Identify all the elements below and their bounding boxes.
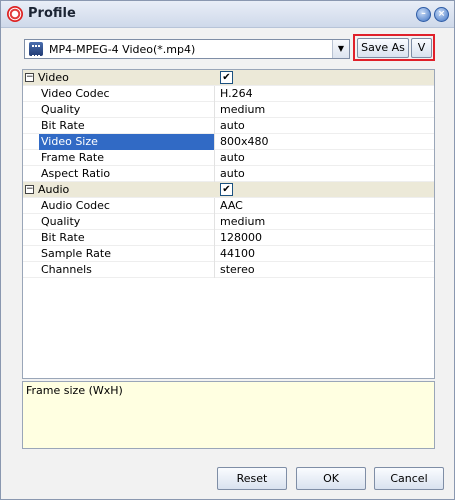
property-name: Frame Rate (39, 150, 215, 166)
property-name: Video Codec (39, 86, 215, 102)
property-value[interactable]: auto (216, 166, 245, 182)
category-label: Video (38, 71, 69, 84)
save-as-button[interactable]: Save As (357, 38, 409, 58)
property-row[interactable]: Bit Rate auto (23, 118, 434, 134)
property-name: Quality (39, 214, 215, 230)
description-text: Frame size (WxH) (26, 384, 123, 397)
property-name: Bit Rate (39, 118, 215, 134)
property-row[interactable]: Channels stereo (23, 262, 434, 278)
profile-select[interactable]: MP4-MPEG-4 Video(*.mp4) ▼ (24, 39, 350, 59)
video-file-icon (29, 42, 43, 57)
property-value[interactable]: stereo (216, 262, 255, 278)
property-value[interactable]: 44100 (216, 246, 255, 262)
property-row[interactable]: Video Codec H.264 (23, 86, 434, 102)
property-name: Bit Rate (39, 230, 215, 246)
property-name: Aspect Ratio (39, 166, 215, 182)
property-value[interactable]: medium (216, 102, 265, 118)
collapse-icon[interactable]: − (25, 185, 34, 194)
property-value[interactable]: auto (216, 150, 245, 166)
property-name: Video Size (39, 134, 215, 150)
property-row[interactable]: Bit Rate 128000 (23, 230, 434, 246)
chevron-down-icon[interactable]: ▼ (332, 40, 349, 58)
property-row[interactable]: Frame Rate auto (23, 150, 434, 166)
save-as-menu-button[interactable]: V (411, 38, 432, 58)
property-value[interactable]: auto (216, 118, 245, 134)
property-name: Audio Codec (39, 198, 215, 214)
property-grid: − Video ✔ Video Codec H.264 Quality medi… (22, 69, 435, 379)
app-icon (7, 6, 23, 22)
category-audio[interactable]: − Audio ✔ (23, 182, 434, 198)
category-label: Audio (38, 183, 70, 196)
property-name: Sample Rate (39, 246, 215, 262)
property-value[interactable]: AAC (216, 198, 243, 214)
property-row-selected[interactable]: Video Size 800x480 (23, 134, 434, 150)
cancel-button[interactable]: Cancel (374, 467, 444, 490)
window-title: Profile (28, 6, 76, 21)
property-row[interactable]: Quality medium (23, 214, 434, 230)
property-value[interactable]: medium (216, 214, 265, 230)
reset-button[interactable]: Reset (217, 467, 287, 490)
profile-window: Profile – × MP4-MPEG-4 Video(*.mp4) ▼ Sa… (0, 0, 455, 500)
property-name: Quality (39, 102, 215, 118)
property-row[interactable]: Quality medium (23, 102, 434, 118)
audio-enabled-checkbox[interactable]: ✔ (220, 183, 233, 196)
profile-select-value: MP4-MPEG-4 Video(*.mp4) (49, 43, 196, 56)
title-bar[interactable]: Profile – × (1, 1, 454, 28)
collapse-icon[interactable]: − (25, 73, 34, 82)
property-row[interactable]: Audio Codec AAC (23, 198, 434, 214)
property-row[interactable]: Sample Rate 44100 (23, 246, 434, 262)
property-value[interactable]: H.264 (216, 86, 253, 102)
close-icon[interactable]: × (434, 7, 449, 22)
video-enabled-checkbox[interactable]: ✔ (220, 71, 233, 84)
property-value[interactable]: 128000 (216, 230, 262, 246)
minimize-icon[interactable]: – (416, 7, 431, 22)
property-name: Channels (39, 262, 215, 278)
property-value[interactable]: 800x480 (216, 134, 269, 150)
description-panel: Frame size (WxH) (22, 381, 435, 449)
property-row[interactable]: Aspect Ratio auto (23, 166, 434, 182)
category-video[interactable]: − Video ✔ (23, 70, 434, 86)
ok-button[interactable]: OK (296, 467, 366, 490)
